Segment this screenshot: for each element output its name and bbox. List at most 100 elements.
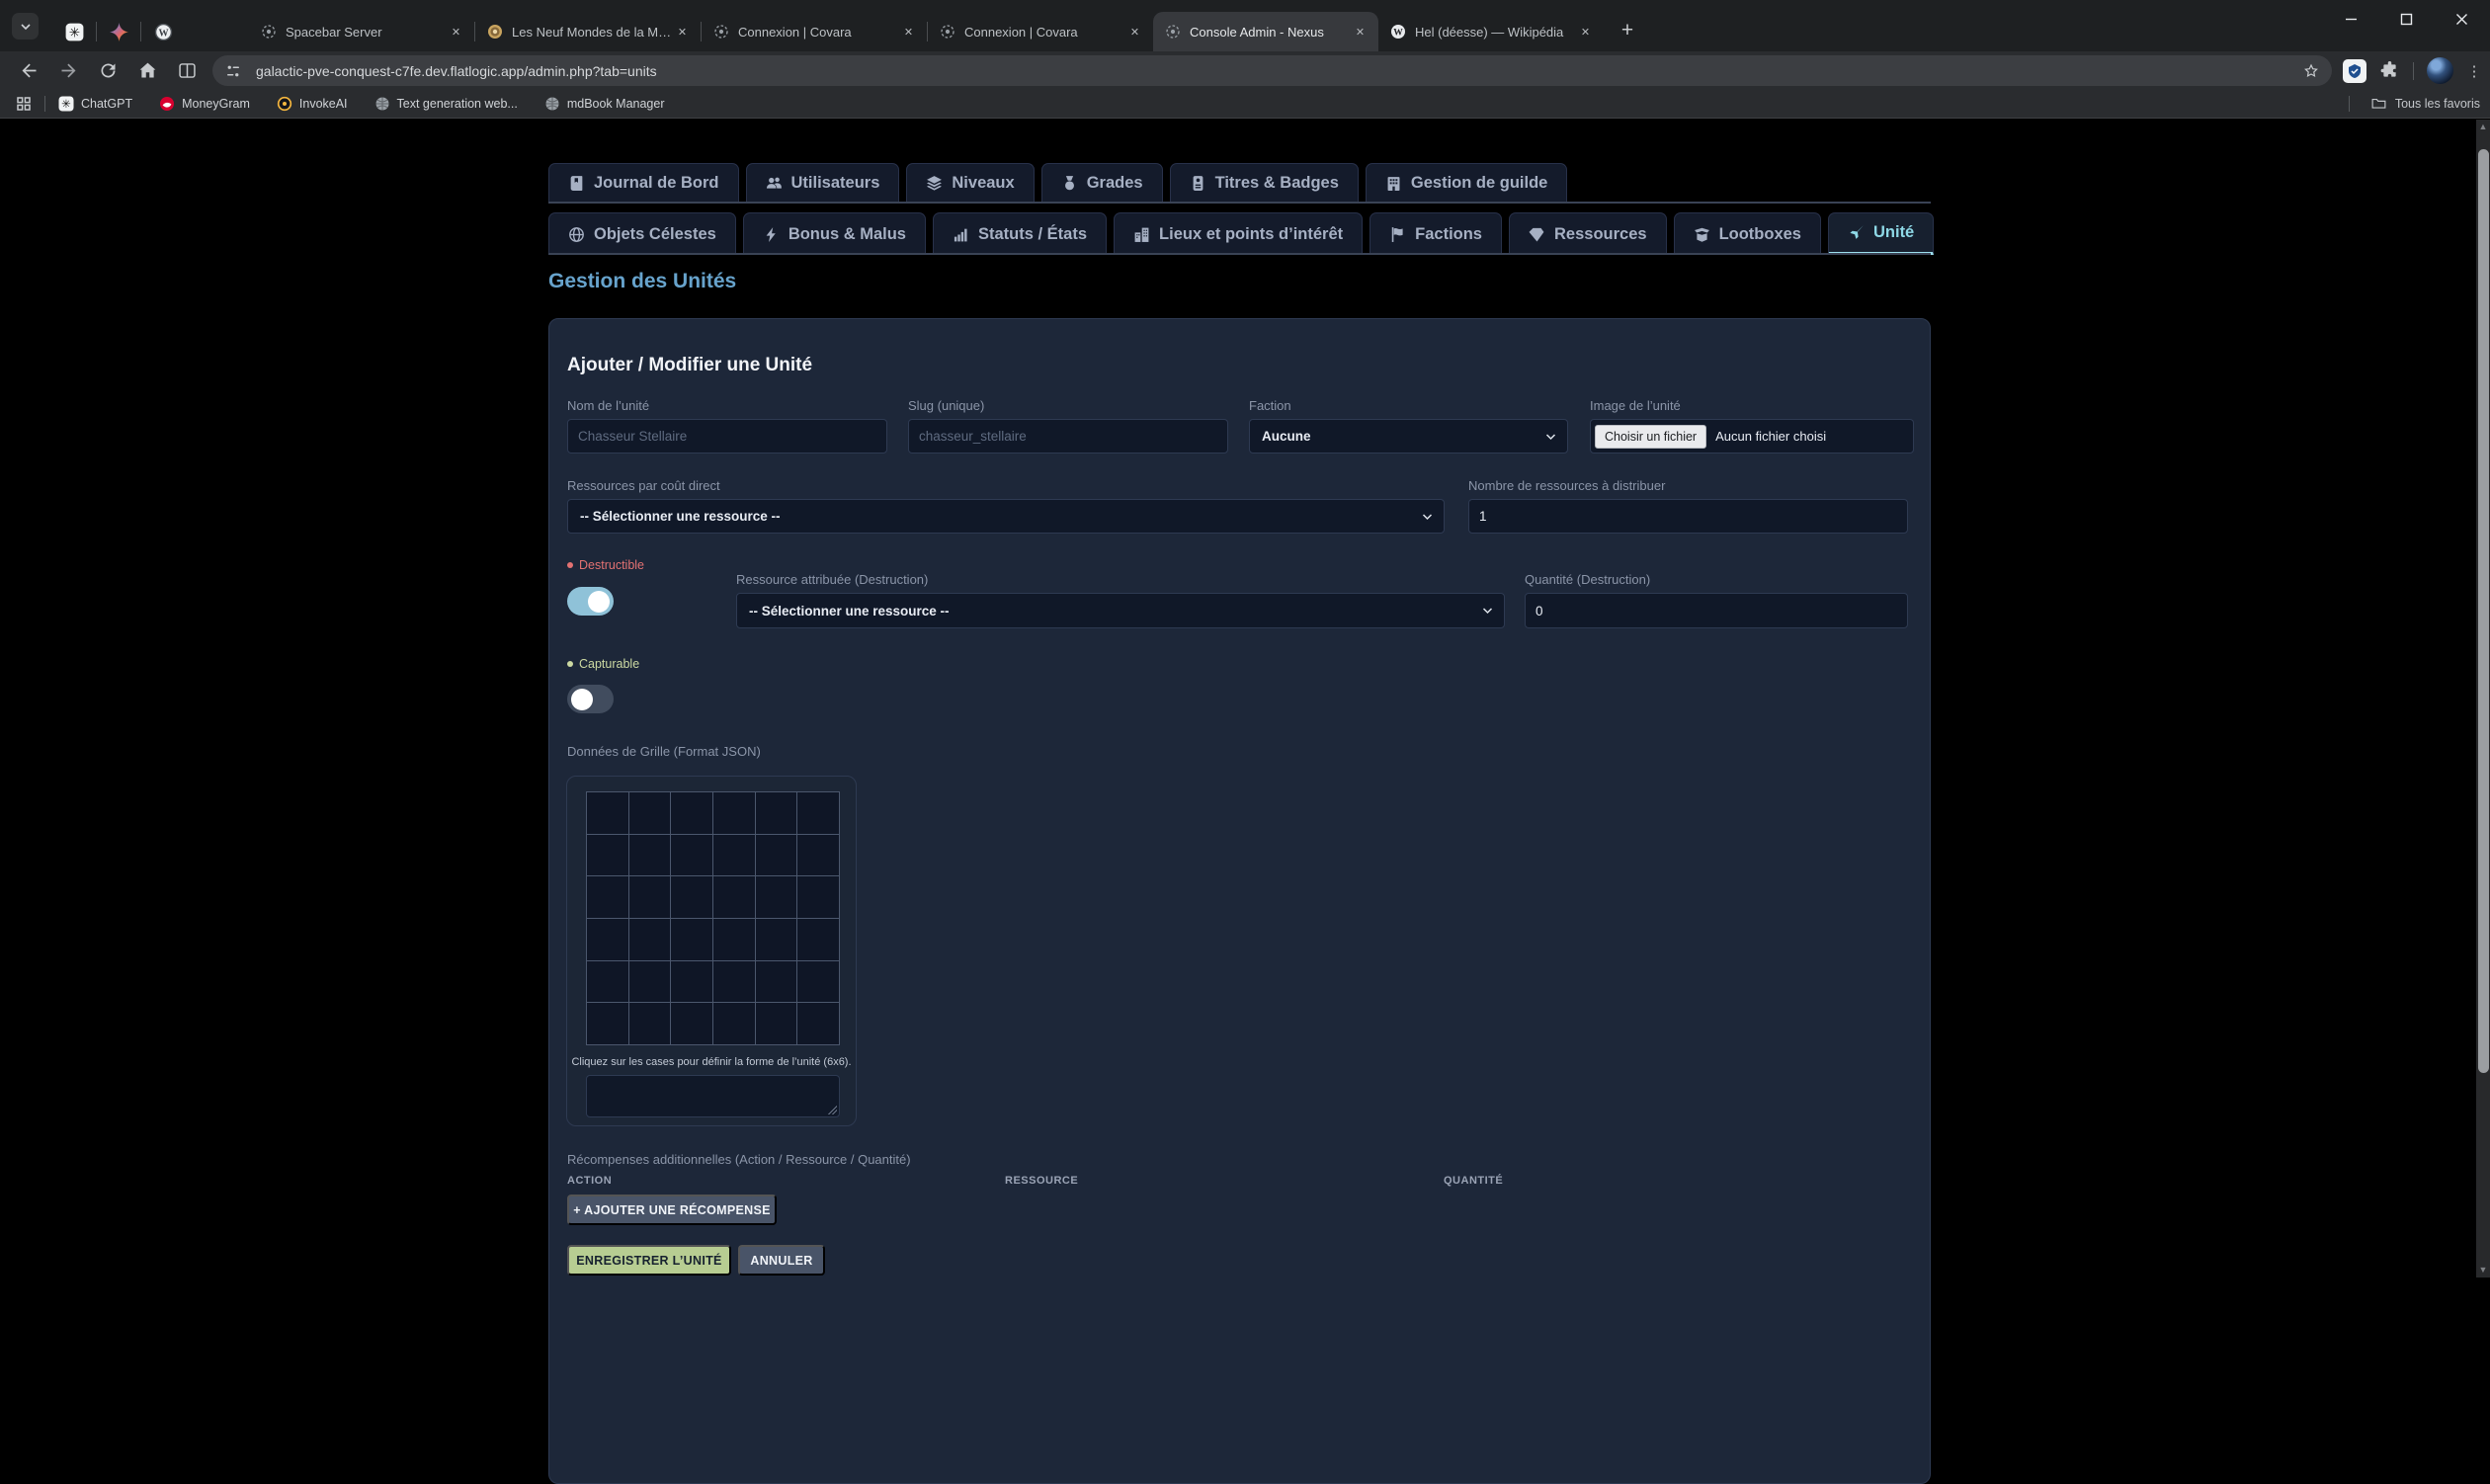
browser-tab[interactable]: Console Admin - Nexus✕ (1153, 12, 1378, 51)
unit-image-file-input[interactable]: Choisir un fichier Aucun fichier choisi (1590, 419, 1914, 453)
grid-cell[interactable] (671, 792, 712, 834)
close-tab-icon[interactable]: ✕ (1577, 24, 1594, 41)
grid-cell[interactable] (671, 961, 712, 1003)
grid-cell[interactable] (713, 835, 755, 876)
grid-cell[interactable] (587, 919, 628, 960)
unit-slug-input[interactable] (908, 419, 1228, 453)
nav-tab-layers[interactable]: Niveaux (906, 163, 1034, 203)
browser-tab[interactable]: Connexion | Covara✕ (702, 12, 927, 51)
close-window-button[interactable] (2441, 4, 2482, 34)
grid-cell[interactable] (629, 1003, 671, 1044)
url-text[interactable]: galactic-pve-conquest-c7fe.dev.flatlogic… (256, 63, 2302, 79)
grid-cell[interactable] (713, 919, 755, 960)
grid-cell[interactable] (587, 876, 628, 918)
new-tab-button[interactable]: + (1614, 18, 1641, 45)
grid-cell[interactable] (713, 792, 755, 834)
extensions-puzzle-icon[interactable] (2379, 60, 2400, 81)
grid-cell[interactable] (756, 919, 797, 960)
bookmark-item[interactable]: MoneyGram (159, 96, 250, 112)
all-bookmarks[interactable]: Tous les favoris (2336, 95, 2480, 112)
grid-cell[interactable] (671, 835, 712, 876)
grid-cell[interactable] (797, 1003, 839, 1044)
subnav-tab-bolt[interactable]: Bonus & Malus (743, 212, 926, 255)
minimize-button[interactable] (2330, 4, 2371, 34)
grid-cell[interactable] (629, 792, 671, 834)
apps-grid-icon[interactable] (16, 96, 32, 112)
grid-cell[interactable] (671, 919, 712, 960)
side-panel-button[interactable] (172, 55, 202, 85)
nav-tab-book[interactable]: Journal de Bord (548, 163, 739, 203)
grid-cell[interactable] (756, 792, 797, 834)
address-bar[interactable]: galactic-pve-conquest-c7fe.dev.flatlogic… (212, 55, 2332, 86)
close-tab-icon[interactable]: ✕ (448, 24, 464, 41)
grid-cell[interactable] (756, 835, 797, 876)
grid-cell[interactable] (671, 876, 712, 918)
grid-cell[interactable] (629, 876, 671, 918)
grid-cell[interactable] (756, 961, 797, 1003)
grid-cell[interactable] (629, 835, 671, 876)
subnav-tab-jet[interactable]: Unité (1828, 212, 1934, 255)
cost-resource-select[interactable]: -- Sélectionner une ressource -- (567, 499, 1445, 534)
subnav-tab-chart[interactable]: Statuts / États (933, 212, 1107, 255)
subnav-tab-city[interactable]: Lieux et points d’intérêt (1114, 212, 1363, 255)
subnav-tab-box[interactable]: Lootboxes (1674, 212, 1821, 255)
pinned-tab-wordpress[interactable]: W (146, 15, 180, 48)
grid-json-textarea[interactable] (586, 1075, 840, 1117)
add-reward-button[interactable]: + AJOUTER UNE RÉCOMPENSE (567, 1195, 777, 1225)
grid-cell[interactable] (797, 961, 839, 1003)
nav-tab-building[interactable]: Gestion de guilde (1366, 163, 1567, 203)
grid-cell[interactable] (629, 961, 671, 1003)
browser-tab[interactable]: Les Neuf Mondes de la Mythol...✕ (475, 12, 701, 51)
grid-cell[interactable] (713, 961, 755, 1003)
grid-cell[interactable] (587, 961, 628, 1003)
subnav-tab-globe[interactable]: Objets Célestes (548, 212, 736, 255)
nav-tab-users[interactable]: Utilisateurs (746, 163, 900, 203)
scrollbar-thumb[interactable] (2478, 149, 2489, 1073)
faction-select[interactable]: Aucune (1249, 419, 1568, 453)
close-tab-icon[interactable]: ✕ (1126, 24, 1143, 41)
site-settings-icon[interactable] (224, 62, 242, 80)
scrollbar-down-arrow[interactable]: ▼ (2476, 1263, 2490, 1278)
bookmark-item[interactable]: Text generation web... (374, 96, 518, 112)
bookmark-star-icon[interactable] (2302, 62, 2320, 80)
forward-button[interactable] (53, 55, 83, 85)
grid-cell[interactable] (671, 1003, 712, 1044)
grid-cell[interactable] (797, 876, 839, 918)
maximize-button[interactable] (2385, 4, 2427, 34)
tab-search-button[interactable] (12, 13, 39, 40)
bookmark-item[interactable]: mdBook Manager (544, 96, 665, 112)
menu-kebab-icon[interactable]: ⋮ (2466, 62, 2482, 80)
grid-cell[interactable] (756, 1003, 797, 1044)
nav-tab-badge[interactable]: Titres & Badges (1170, 163, 1359, 203)
grid-cell[interactable] (797, 919, 839, 960)
nav-tab-medal[interactable]: Grades (1041, 163, 1163, 203)
close-tab-icon[interactable]: ✕ (1352, 24, 1369, 41)
subnav-tab-gem[interactable]: Ressources (1509, 212, 1667, 255)
bookmark-item[interactable]: InvokeAI (277, 96, 348, 112)
grid-cell[interactable] (587, 792, 628, 834)
destruction-resource-select[interactable]: -- Sélectionner une ressource -- (736, 593, 1505, 628)
close-tab-icon[interactable]: ✕ (900, 24, 917, 41)
cancel-button[interactable]: ANNULER (738, 1245, 825, 1276)
bookmark-item[interactable]: ✳ChatGPT (58, 96, 132, 112)
choose-file-button[interactable]: Choisir un fichier (1595, 425, 1706, 449)
grid-cell[interactable] (587, 835, 628, 876)
destruction-qty-input[interactable] (1525, 593, 1908, 628)
browser-tab[interactable]: Spacebar Server✕ (249, 12, 474, 51)
distribute-count-input[interactable] (1468, 499, 1908, 534)
page-scrollbar[interactable]: ▲ ▼ (2476, 120, 2490, 1278)
browser-tab[interactable]: WHel (déesse) — Wikipédia✕ (1378, 12, 1604, 51)
subnav-tab-flag[interactable]: Factions (1370, 212, 1502, 255)
grid-cell[interactable] (756, 876, 797, 918)
save-unit-button[interactable]: ENREGISTRER L’UNITÉ (567, 1245, 731, 1276)
extension-button[interactable] (2343, 59, 2366, 83)
grid-cell[interactable] (713, 876, 755, 918)
home-button[interactable] (132, 55, 162, 85)
reload-button[interactable] (93, 55, 123, 85)
close-tab-icon[interactable]: ✕ (674, 24, 691, 41)
destructible-toggle[interactable] (567, 587, 614, 616)
pinned-tab-gemini[interactable] (102, 15, 135, 48)
grid-cell[interactable] (713, 1003, 755, 1044)
grid-cell[interactable] (797, 835, 839, 876)
capturable-toggle[interactable] (567, 685, 614, 713)
